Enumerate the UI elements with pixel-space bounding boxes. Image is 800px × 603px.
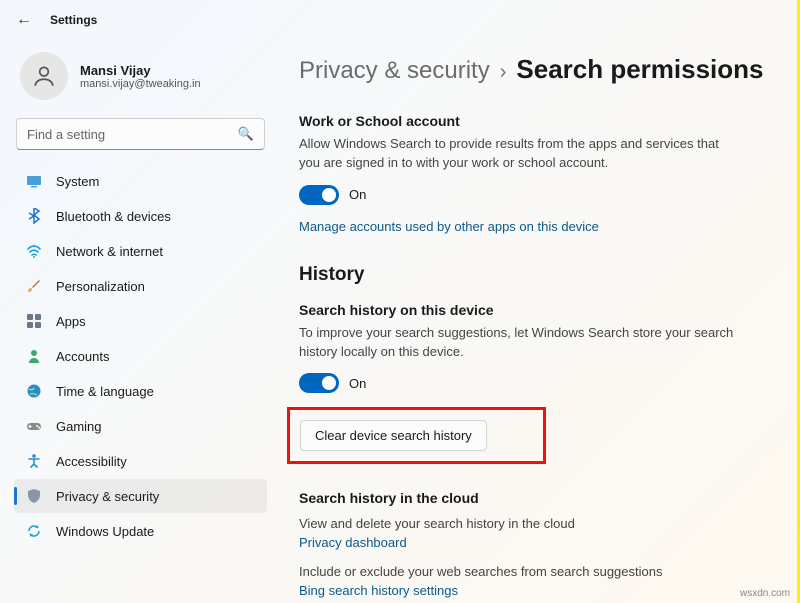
sidebar-item-label: Time & language <box>56 384 154 399</box>
sidebar-item-bluetooth[interactable]: Bluetooth & devices <box>14 199 267 233</box>
toggle-label: On <box>349 187 366 202</box>
device-history-toggle[interactable] <box>299 373 339 393</box>
manage-accounts-link[interactable]: Manage accounts used by other apps on th… <box>299 219 599 234</box>
web-search-desc: Include or exclude your web searches fro… <box>299 564 772 579</box>
watermark: wsxdn.com <box>740 588 790 599</box>
sidebar-item-label: Network & internet <box>56 244 163 259</box>
sidebar-item-label: Bluetooth & devices <box>56 209 171 224</box>
page-title: Search permissions <box>516 54 763 85</box>
wifi-icon <box>26 243 42 259</box>
sidebar-item-time[interactable]: Time & language <box>14 374 267 408</box>
main-content: Privacy & security › Search permissions … <box>275 40 800 603</box>
titlebar: ← Settings <box>0 0 800 40</box>
user-email: mansi.vijay@tweaking.in <box>80 78 201 90</box>
sidebar-item-label: Windows Update <box>56 524 154 539</box>
sidebar-item-personalization[interactable]: Personalization <box>14 269 267 303</box>
bing-settings-link[interactable]: Bing search history settings <box>299 583 458 598</box>
sidebar-item-label: Personalization <box>56 279 145 294</box>
accessibility-icon <box>26 453 42 469</box>
privacy-dashboard-link[interactable]: Privacy dashboard <box>299 535 407 550</box>
avatar <box>20 52 68 100</box>
back-icon[interactable]: ← <box>16 11 32 29</box>
sidebar: Mansi Vijay mansi.vijay@tweaking.in 🔍 Sy… <box>0 40 275 603</box>
highlight-annotation: Clear device search history <box>287 407 546 464</box>
search-input[interactable] <box>27 127 238 142</box>
toggle-label: On <box>349 376 366 391</box>
clear-history-button[interactable]: Clear device search history <box>300 420 487 451</box>
person-icon <box>31 63 57 89</box>
sidebar-item-label: Gaming <box>56 419 102 434</box>
history-heading: History <box>299 264 772 286</box>
search-icon[interactable]: 🔍 <box>238 126 254 142</box>
sidebar-item-apps[interactable]: Apps <box>14 304 267 338</box>
accounts-icon <box>26 348 42 364</box>
breadcrumb: Privacy & security › Search permissions <box>299 40 772 113</box>
sidebar-item-network[interactable]: Network & internet <box>14 234 267 268</box>
search-box[interactable]: 🔍 <box>16 118 265 150</box>
globe-icon <box>26 383 42 399</box>
cloud-history-desc: View and delete your search history in t… <box>299 516 772 531</box>
sidebar-item-accounts[interactable]: Accounts <box>14 339 267 373</box>
brush-icon <box>26 278 42 294</box>
sidebar-item-label: Privacy & security <box>56 489 159 504</box>
work-account-toggle[interactable] <box>299 185 339 205</box>
sidebar-item-label: System <box>56 174 99 189</box>
breadcrumb-parent[interactable]: Privacy & security <box>299 57 490 85</box>
work-account-desc: Allow Windows Search to provide results … <box>299 135 739 173</box>
apps-icon <box>26 313 42 329</box>
bluetooth-icon <box>26 208 42 224</box>
shield-icon <box>26 488 42 504</box>
sidebar-item-accessibility[interactable]: Accessibility <box>14 444 267 478</box>
nav: System Bluetooth & devices Network & int… <box>14 164 267 548</box>
sidebar-item-gaming[interactable]: Gaming <box>14 409 267 443</box>
user-block[interactable]: Mansi Vijay mansi.vijay@tweaking.in <box>14 40 267 118</box>
device-history-desc: To improve your search suggestions, let … <box>299 324 739 362</box>
sidebar-item-label: Accounts <box>56 349 109 364</box>
chevron-right-icon: › <box>500 61 507 84</box>
user-name: Mansi Vijay <box>80 63 201 78</box>
sidebar-item-label: Apps <box>56 314 86 329</box>
cloud-history-title: Search history in the cloud <box>299 490 772 506</box>
gaming-icon <box>26 418 42 434</box>
device-history-title: Search history on this device <box>299 302 772 318</box>
work-account-title: Work or School account <box>299 113 772 129</box>
app-title: Settings <box>50 13 97 27</box>
display-icon <box>26 173 42 189</box>
sidebar-item-system[interactable]: System <box>14 164 267 198</box>
update-icon <box>26 523 42 539</box>
sidebar-item-privacy[interactable]: Privacy & security <box>14 479 267 513</box>
sidebar-item-update[interactable]: Windows Update <box>14 514 267 548</box>
sidebar-item-label: Accessibility <box>56 454 127 469</box>
